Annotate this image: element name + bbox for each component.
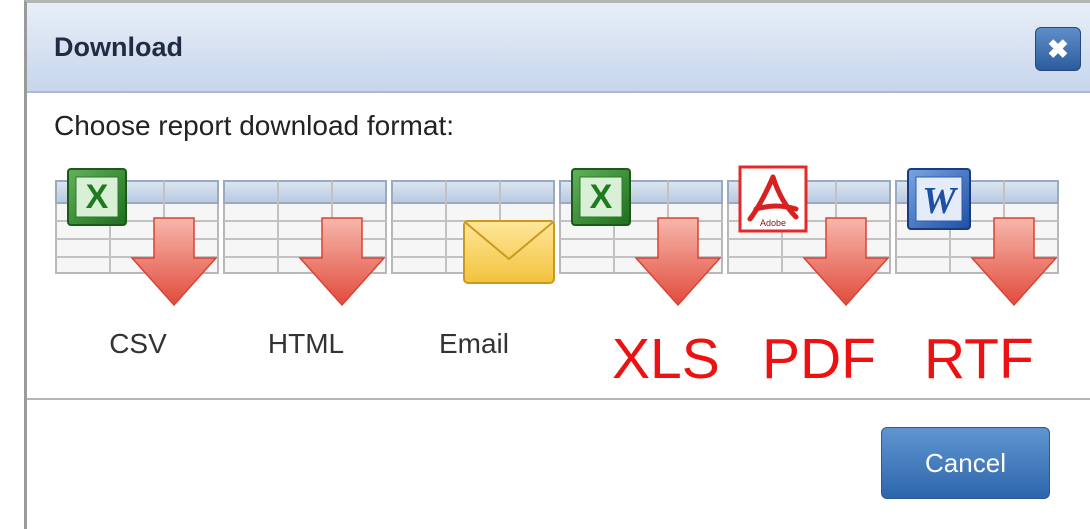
dialog-title: Download — [54, 32, 183, 62]
pdf-download-icon: Adobe — [727, 165, 891, 306]
dialog-titlebar: Download ✖ — [27, 3, 1090, 93]
excel-download-icon: X — [559, 168, 723, 306]
format-label-csv: CSV — [109, 328, 167, 359]
table-download-icon — [223, 180, 387, 306]
word-download-icon: W — [895, 168, 1059, 306]
close-button[interactable]: ✖ — [1035, 27, 1081, 71]
svg-text:X: X — [590, 178, 613, 216]
format-label-html: HTML — [267, 328, 345, 359]
xls-annotation: XLS — [612, 327, 720, 391]
svg-text:Adobe: Adobe — [760, 218, 786, 228]
pdf-annotation: PDF — [762, 327, 876, 391]
format-label-email: Email — [438, 328, 509, 359]
format-prompt: Choose report download format: — [54, 110, 454, 141]
format-option-email[interactable]: Email — [390, 163, 558, 403]
footer-divider — [27, 398, 1090, 400]
rtf-annotation: RTF — [924, 327, 1034, 391]
format-option-csv[interactable]: X CSV — [54, 163, 222, 403]
download-dialog: Download ✖ Choose report download format… — [24, 0, 1090, 529]
cancel-button[interactable]: Cancel — [881, 427, 1050, 499]
svg-text:X: X — [86, 178, 109, 216]
excel-download-icon: X — [55, 168, 219, 306]
envelope-icon — [391, 180, 555, 284]
format-option-html[interactable]: HTML — [222, 163, 390, 403]
close-icon: ✖ — [1047, 34, 1069, 64]
svg-text:W: W — [922, 180, 959, 222]
